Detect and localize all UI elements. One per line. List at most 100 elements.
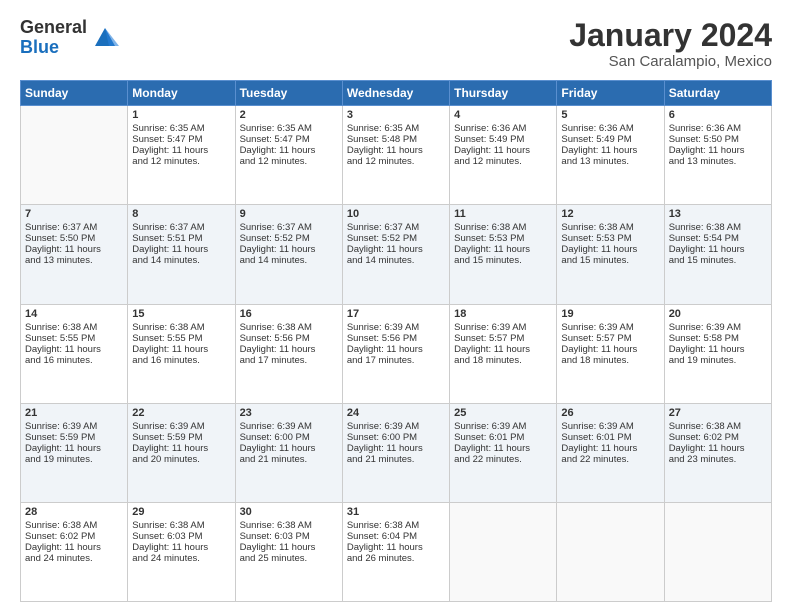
day-info-line: Daylight: 11 hours [25,344,123,355]
day-info-line: Daylight: 11 hours [669,145,767,156]
day-info-line: and 13 minutes. [669,156,767,167]
calendar-cell: 10Sunrise: 6:37 AMSunset: 5:52 PMDayligh… [342,205,449,304]
day-info-line: and 17 minutes. [347,355,445,366]
day-number: 13 [669,208,767,220]
day-info-line: Daylight: 11 hours [347,542,445,553]
day-info-line: Sunrise: 6:35 AM [347,123,445,134]
day-info-line: Sunrise: 6:37 AM [240,222,338,233]
day-info-line: Sunset: 5:55 PM [25,333,123,344]
day-info-line: Daylight: 11 hours [240,443,338,454]
logo-general: General [20,18,87,38]
day-info-line: Sunset: 5:47 PM [240,134,338,145]
day-info-line: Sunset: 5:58 PM [669,333,767,344]
calendar-table: SundayMondayTuesdayWednesdayThursdayFrid… [20,80,772,602]
day-info-line: Sunrise: 6:38 AM [25,520,123,531]
day-number: 21 [25,407,123,419]
day-info-line: Sunrise: 6:38 AM [240,322,338,333]
day-info-line: Sunset: 5:53 PM [454,233,552,244]
day-info-line: Sunrise: 6:38 AM [347,520,445,531]
day-info-line: Sunrise: 6:35 AM [132,123,230,134]
calendar-cell: 7Sunrise: 6:37 AMSunset: 5:50 PMDaylight… [21,205,128,304]
day-info-line: Sunset: 5:49 PM [561,134,659,145]
day-info-line: Daylight: 11 hours [669,443,767,454]
header: General Blue January 2024 San Caralampio… [20,18,772,70]
calendar-cell: 8Sunrise: 6:37 AMSunset: 5:51 PMDaylight… [128,205,235,304]
day-info-line: Daylight: 11 hours [454,244,552,255]
day-info-line: and 13 minutes. [25,255,123,266]
day-info-line: Sunrise: 6:37 AM [25,222,123,233]
day-number: 18 [454,308,552,320]
calendar-cell: 12Sunrise: 6:38 AMSunset: 5:53 PMDayligh… [557,205,664,304]
day-info-line: and 24 minutes. [25,553,123,564]
calendar-cell: 20Sunrise: 6:39 AMSunset: 5:58 PMDayligh… [664,304,771,403]
day-info-line: Daylight: 11 hours [240,145,338,156]
day-info-line: Daylight: 11 hours [240,244,338,255]
day-info-line: Sunrise: 6:36 AM [454,123,552,134]
calendar-cell: 5 Sunrise: 6:36 AMSunset: 5:49 PMDaylight… [557,106,664,205]
day-info-line: and 26 minutes. [347,553,445,564]
day-info-line: Daylight: 11 hours [561,443,659,454]
day-number: 2 [240,109,338,121]
logo: General Blue [20,18,119,58]
day-info-line: Daylight: 11 hours [132,145,230,156]
day-info-line: Daylight: 11 hours [132,344,230,355]
calendar-cell: 21Sunrise: 6:39 AMSunset: 5:59 PMDayligh… [21,403,128,502]
day-number: 5 [561,109,659,121]
day-info-line: Daylight: 11 hours [347,244,445,255]
day-info-line: Sunrise: 6:38 AM [454,222,552,233]
day-info-line: Sunrise: 6:39 AM [25,421,123,432]
day-info-line: Daylight: 11 hours [561,145,659,156]
calendar-day-header: Monday [128,81,235,106]
calendar-cell: 1Sunrise: 6:35 AMSunset: 5:47 PMDaylight… [128,106,235,205]
day-info-line: Sunset: 5:51 PM [132,233,230,244]
day-info-line: Sunset: 5:56 PM [240,333,338,344]
calendar-cell: 25Sunrise: 6:39 AMSunset: 6:01 PMDayligh… [450,403,557,502]
day-info-line: Sunrise: 6:39 AM [669,322,767,333]
calendar-day-header: Saturday [664,81,771,106]
day-info-line: Daylight: 11 hours [25,443,123,454]
calendar-week-row: 14Sunrise: 6:38 AMSunset: 5:55 PMDayligh… [21,304,772,403]
day-info-line: Sunrise: 6:38 AM [561,222,659,233]
day-number: 7 [25,208,123,220]
calendar-cell: 15Sunrise: 6:38 AMSunset: 5:55 PMDayligh… [128,304,235,403]
day-info-line: and 18 minutes. [561,355,659,366]
day-info-line: Sunset: 6:00 PM [347,432,445,443]
calendar-cell [664,502,771,601]
day-info-line: Sunrise: 6:36 AM [561,123,659,134]
day-number: 25 [454,407,552,419]
day-info-line: Sunset: 5:50 PM [25,233,123,244]
day-info-line: Sunset: 6:00 PM [240,432,338,443]
calendar-day-header: Thursday [450,81,557,106]
day-number: 31 [347,506,445,518]
day-info-line: Daylight: 11 hours [132,443,230,454]
day-info-line: Sunrise: 6:39 AM [347,421,445,432]
calendar-cell: 17Sunrise: 6:39 AMSunset: 5:56 PMDayligh… [342,304,449,403]
day-info-line: Sunset: 6:02 PM [669,432,767,443]
day-info-line: and 14 minutes. [240,255,338,266]
calendar-cell: 3Sunrise: 6:35 AMSunset: 5:48 PMDaylight… [342,106,449,205]
day-info-line: and 19 minutes. [25,454,123,465]
calendar-day-header: Friday [557,81,664,106]
day-info-line: Daylight: 11 hours [240,344,338,355]
day-number: 4 [454,109,552,121]
day-info-line: Sunrise: 6:37 AM [132,222,230,233]
day-info-line: Daylight: 11 hours [454,443,552,454]
day-info-line: Sunrise: 6:38 AM [240,520,338,531]
day-info-line: Daylight: 11 hours [669,344,767,355]
day-info-line: Sunset: 5:48 PM [347,134,445,145]
day-info-line: and 14 minutes. [132,255,230,266]
day-info-line: and 25 minutes. [240,553,338,564]
day-info-line: Daylight: 11 hours [132,542,230,553]
day-info-line: Daylight: 11 hours [132,244,230,255]
day-info-line: and 15 minutes. [454,255,552,266]
logo-text: General Blue [20,18,87,58]
day-info-line: Sunrise: 6:39 AM [454,421,552,432]
day-number: 17 [347,308,445,320]
day-number: 28 [25,506,123,518]
day-info-line: Daylight: 11 hours [669,244,767,255]
calendar-header-row: SundayMondayTuesdayWednesdayThursdayFrid… [21,81,772,106]
day-info-line: and 21 minutes. [240,454,338,465]
day-info-line: and 15 minutes. [669,255,767,266]
calendar-week-row: 1Sunrise: 6:35 AMSunset: 5:47 PMDaylight… [21,106,772,205]
calendar-cell: 16Sunrise: 6:38 AMSunset: 5:56 PMDayligh… [235,304,342,403]
